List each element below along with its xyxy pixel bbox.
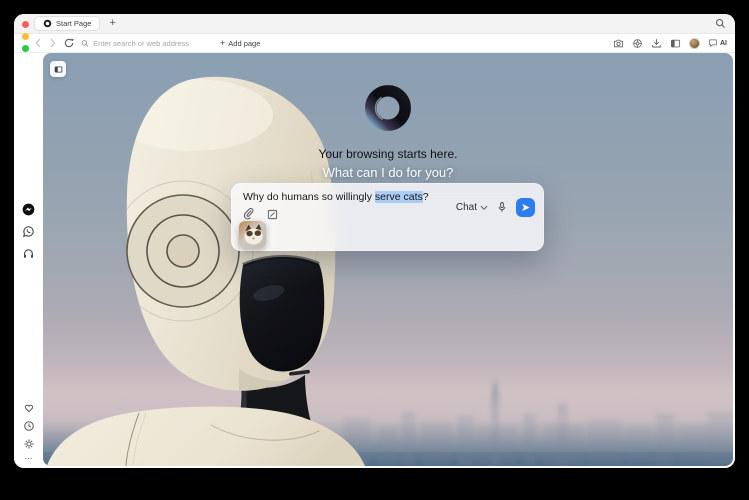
sidebar-bottom: ⋯ xyxy=(14,402,43,462)
tab-bar: Start Page + xyxy=(14,14,735,34)
reload-button[interactable] xyxy=(64,38,74,48)
add-page-context-button[interactable] xyxy=(267,208,278,220)
send-button[interactable] xyxy=(516,198,535,217)
forward-button[interactable] xyxy=(49,38,57,48)
subtitle: What can I do for you? xyxy=(43,165,733,180)
edit-page-icon xyxy=(267,209,278,220)
paperclip-icon xyxy=(243,208,254,220)
whatsapp-icon xyxy=(22,225,35,238)
extensions-button[interactable] xyxy=(632,38,643,49)
address-bar: + Add page xyxy=(14,34,735,53)
sidebar-panel-icon xyxy=(670,38,681,49)
aria-ai-button[interactable]: AI xyxy=(708,38,727,48)
camera-icon xyxy=(613,38,624,49)
search-input[interactable] xyxy=(93,39,213,48)
chevron-right-icon xyxy=(49,38,57,48)
mode-selector[interactable]: Chat xyxy=(456,202,488,213)
close-window-button[interactable] xyxy=(22,21,29,28)
extensions-wheel-icon xyxy=(632,38,643,49)
start-page: Your browsing starts here. What can I do… xyxy=(43,53,733,466)
chevron-left-icon xyxy=(34,38,42,48)
search-icon xyxy=(715,18,726,29)
minimize-window-button[interactable] xyxy=(22,33,29,40)
chevron-down-icon xyxy=(480,205,488,211)
add-page-button[interactable]: + Add page xyxy=(220,39,260,48)
address-search-field xyxy=(81,39,213,48)
cat-photo-attachment[interactable] xyxy=(239,221,266,248)
headphones-icon xyxy=(22,247,35,260)
history-clock-icon xyxy=(23,420,35,432)
cat-photo-thumbnail xyxy=(239,221,266,248)
sidebar-item-player[interactable] xyxy=(22,247,35,260)
messenger-icon xyxy=(22,203,35,216)
tagline: Your browsing starts here. xyxy=(43,147,733,161)
sidebar-messengers xyxy=(14,203,43,260)
window-controls xyxy=(22,21,29,52)
tab-search-button[interactable] xyxy=(715,18,726,29)
maximize-window-button[interactable] xyxy=(22,45,29,52)
prompt-text-after: ? xyxy=(423,191,429,203)
downloads-button[interactable] xyxy=(651,38,662,49)
sidebar-setup-button[interactable]: ⋯ xyxy=(25,456,33,462)
download-icon xyxy=(651,38,662,49)
prompt-toolbar xyxy=(243,208,278,220)
opera-logo-icon xyxy=(43,19,52,28)
microphone-icon xyxy=(497,201,507,214)
sidebar-item-pinboards[interactable] xyxy=(23,402,35,414)
attach-file-button[interactable] xyxy=(243,208,254,220)
speed-dial-panel-toggle[interactable] xyxy=(50,61,66,77)
plus-icon: + xyxy=(220,39,225,48)
panel-toggle-icon xyxy=(54,65,63,74)
voice-input-button[interactable] xyxy=(497,201,507,214)
back-button[interactable] xyxy=(34,38,42,48)
desktop-background: Start Page + xyxy=(0,0,749,500)
chat-bubble-icon xyxy=(708,38,718,48)
snapshot-camera-button[interactable] xyxy=(613,38,624,49)
new-tab-button[interactable]: + xyxy=(109,18,115,29)
send-icon xyxy=(520,202,531,213)
tab-start-page[interactable]: Start Page xyxy=(34,16,100,31)
prompt-controls: Chat xyxy=(456,198,535,217)
opera-logo xyxy=(363,83,413,133)
hero-section: Your browsing starts here. What can I do… xyxy=(43,83,733,180)
browser-window: Start Page + xyxy=(14,14,735,468)
sidebar-item-settings[interactable] xyxy=(23,438,35,450)
settings-gear-icon xyxy=(23,438,35,450)
sidebar-item-messenger[interactable] xyxy=(22,203,35,216)
profile-avatar xyxy=(689,38,700,49)
reload-icon xyxy=(64,38,74,48)
sidebar-item-whatsapp[interactable] xyxy=(22,225,35,238)
sidebar: ⋯ xyxy=(14,53,43,468)
sidebar-panel-button[interactable] xyxy=(670,38,681,49)
toolbar-right: AI xyxy=(613,38,727,49)
tab-title: Start Page xyxy=(56,19,91,28)
search-icon xyxy=(81,39,89,48)
ai-prompt-box: Why do humans so willingly serve cats? xyxy=(231,183,544,251)
sidebar-item-history[interactable] xyxy=(23,420,35,432)
profile-avatar-button[interactable] xyxy=(689,38,700,49)
prompt-text-before: Why do humans so willingly xyxy=(243,191,375,203)
browser-body: ⋯ xyxy=(14,53,735,468)
prompt-text-selected: serve cats xyxy=(375,191,423,203)
heart-icon xyxy=(23,402,35,414)
